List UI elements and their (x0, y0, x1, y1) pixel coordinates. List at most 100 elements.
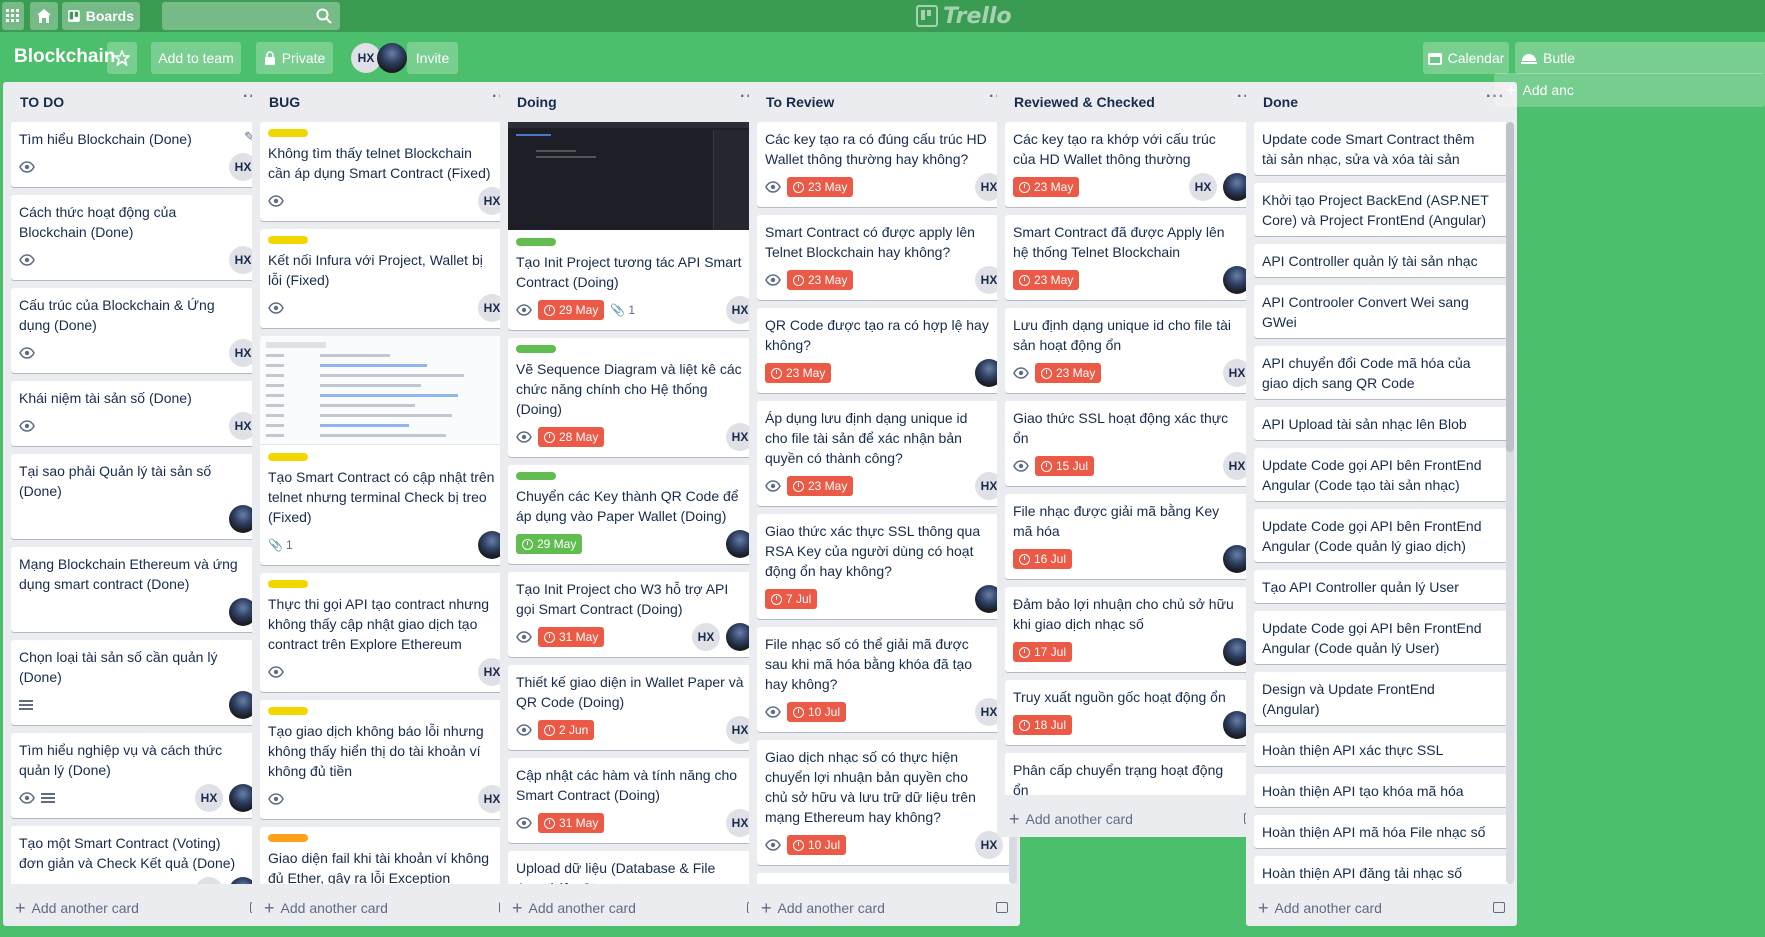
card[interactable]: Mạng Blockchain Ethereum và ứng dụng sma… (11, 547, 265, 632)
card[interactable]: Tìm hiểu Blockchain (Done) ✎ HX (11, 122, 265, 187)
add-card-button[interactable]: + Add another card (512, 899, 636, 917)
card-label-orange[interactable] (268, 834, 308, 842)
due-date-badge[interactable]: 7 Jul (765, 589, 818, 609)
card-label-green[interactable] (516, 238, 556, 246)
card[interactable]: Vẽ Sequence Diagram và liệt kê các chức … (508, 338, 762, 457)
card[interactable]: Áp dụng lưu định dạng unique id cho file… (757, 401, 1011, 506)
list-header[interactable]: TO DO··· (3, 82, 274, 122)
card[interactable]: Thiết kế giao diện in Wallet Paper và QR… (508, 665, 762, 750)
due-date-badge[interactable]: 2 Jun (538, 720, 595, 740)
card-label-yellow[interactable] (268, 707, 308, 715)
due-date-badge[interactable]: 23 May (787, 476, 854, 496)
card[interactable]: Hoàn thiện API tạo khóa mã hóa (1254, 774, 1508, 807)
boards-button[interactable]: Boards (62, 2, 140, 30)
card[interactable]: Các key tạo ra có đúng cấu trúc HD Walle… (757, 122, 1011, 207)
list-title[interactable]: To Review (766, 94, 834, 110)
card[interactable]: Hoàn thiện API mã hóa File nhạc số (1254, 815, 1508, 848)
due-date-badge[interactable]: 23 May (1013, 177, 1080, 197)
card[interactable]: Update Code gọi API bên FrontEnd Angular… (1254, 448, 1508, 501)
card[interactable]: Update Code gọi API bên FrontEnd Angular… (1254, 611, 1508, 664)
card[interactable]: Update Code gọi API bên FrontEnd Angular… (1254, 509, 1508, 562)
add-list-button[interactable]: + Add anc (1494, 73, 1765, 107)
card[interactable]: Tạo giao dịch không báo lỗi nhưng không … (260, 700, 514, 819)
card[interactable]: Hoàn thiện API đăng tải nhạc số (1254, 856, 1508, 884)
card[interactable]: Các key tạo ra khớp với cấu trúc của HD … (1005, 122, 1259, 207)
due-date-badge[interactable]: 10 Jul (787, 835, 847, 855)
due-date-badge[interactable]: 23 May (1035, 363, 1102, 383)
due-date-badge[interactable]: 28 May (538, 427, 605, 447)
member-avatar-hx[interactable]: HX (1189, 173, 1217, 201)
card[interactable]: Tạo Init Project cho W3 hỗ trợ API gọi S… (508, 572, 762, 657)
add-to-team-button[interactable]: Add to team (151, 42, 241, 74)
card[interactable]: Hoàn thiện API xác thực SSL (1254, 733, 1508, 766)
due-date-badge[interactable]: 23 May (765, 363, 832, 383)
card[interactable]: Smart Contract đã được Apply lên hệ thốn… (1005, 215, 1259, 300)
card[interactable]: Phân cấp chuyển trạng hoạt động ổn18 Jul… (1005, 753, 1259, 795)
search-input[interactable] (162, 2, 316, 32)
card[interactable]: API chuyển đổi Code mã hóa của giao dịch… (1254, 346, 1508, 399)
card[interactable]: Chuyển các Key thành QR Code để áp dụng … (508, 465, 762, 564)
card[interactable]: QR Code được tạo ra có hợp lệ hay không?… (757, 308, 1011, 393)
card[interactable]: Tạo một Smart Contract (Voting) đơn giản… (11, 826, 265, 884)
list-scrollbar-thumb[interactable] (1506, 122, 1514, 452)
card[interactable]: Giao thức xác thực SSL thông qua RSA Key… (757, 514, 1011, 619)
list-title[interactable]: Done (1263, 94, 1298, 110)
add-card-button[interactable]: + Add another card (761, 899, 885, 917)
due-date-badge[interactable]: 18 Jul (1013, 715, 1073, 735)
card[interactable]: Cách thức hoạt động của Blockchain (Done… (11, 195, 265, 280)
home-button[interactable] (30, 2, 58, 30)
calendar-button[interactable]: Calendar (1423, 42, 1509, 74)
due-date-badge[interactable]: 15 Jul (1035, 456, 1095, 476)
card[interactable]: File nhạc được giải mã bằng Key mã hóa 16… (1005, 494, 1259, 579)
member-avatar-photo[interactable] (377, 43, 407, 73)
member-avatar-hx[interactable]: HX (195, 877, 223, 884)
due-date-badge[interactable]: 16 Jul (1013, 549, 1073, 569)
card[interactable]: Smart Contract có được apply lên Telnet … (757, 215, 1011, 300)
card-label-yellow[interactable] (268, 580, 308, 588)
card-label-green[interactable] (516, 472, 556, 480)
member-avatar-hx[interactable]: HX (692, 623, 720, 651)
list-header[interactable]: Reviewed & Checked··· (997, 82, 1268, 122)
apps-menu-button[interactable] (2, 2, 24, 30)
search-field[interactable] (162, 2, 340, 32)
visibility-button[interactable]: Private (256, 42, 333, 74)
butler-button[interactable]: Butle (1515, 42, 1765, 74)
member-avatar-hx[interactable]: HX (195, 784, 223, 812)
list-header[interactable]: To Review··· (749, 82, 1020, 122)
due-date-badge[interactable]: 23 May (787, 177, 854, 197)
card-template-icon[interactable] (996, 902, 1008, 913)
add-card-button[interactable]: + Add another card (1009, 810, 1133, 828)
card-label-yellow[interactable] (268, 129, 308, 137)
due-date-badge[interactable]: 17 Jul (1013, 642, 1073, 662)
list-header[interactable]: Done ··· (1246, 82, 1517, 122)
card-template-icon[interactable] (1493, 902, 1505, 913)
card[interactable]: Chọn loại tài sản số cần quản lý (Done) (11, 640, 265, 725)
card[interactable]: Cấu trúc của Blockchain & Ứng dụng (Done… (11, 288, 265, 373)
card[interactable]: Kết nối Infura với Project, Wallet bị lỗ… (260, 229, 514, 328)
card[interactable]: Tạo API Controller quản lý User (1254, 570, 1508, 603)
card[interactable]: Tìm hiểu nghiệp vụ và cách thức quản lý … (11, 733, 265, 818)
card[interactable]: Tạo Smart Contract có cập nhật trên teln… (260, 336, 514, 565)
star-board-button[interactable] (107, 42, 137, 74)
card[interactable]: File nhạc số có thể giải mã được sau khi… (757, 627, 1011, 732)
card[interactable]: Upload dữ liệu (Database & File Asset) l… (508, 851, 762, 884)
card[interactable]: Lưu định dạng unique id cho file tài sản… (1005, 308, 1259, 393)
invite-button[interactable]: Invite (407, 42, 458, 74)
due-date-badge[interactable]: 10 Jul (787, 702, 847, 722)
add-card-button[interactable]: + Add another card (1258, 899, 1382, 917)
card-label-yellow[interactable] (268, 453, 308, 461)
card[interactable]: Design và Update FrontEnd (Angular) (1254, 672, 1508, 725)
card[interactable]: API Upload tài sản nhạc lên Blob (1254, 407, 1508, 440)
card-label-green[interactable] (516, 345, 556, 353)
card[interactable]: Không tìm thấy telnet Blockchain cần áp … (260, 122, 514, 221)
add-card-button[interactable]: + Add another card (264, 899, 388, 917)
card[interactable]: Update code Smart Contract thêm tài sản … (1254, 122, 1508, 175)
card[interactable]: Khái niệm tài sản số (Done) HX (11, 381, 265, 446)
list-title[interactable]: Reviewed & Checked (1014, 94, 1155, 110)
due-date-badge[interactable]: 23 May (1013, 270, 1080, 290)
card[interactable]: API Controller quản lý tài sản nhạc (1254, 244, 1508, 277)
card[interactable]: Khởi tạo Project BackEnd (ASP.NET Core) … (1254, 183, 1508, 236)
card[interactable]: Tạo Init Project tương tác API Smart Con… (508, 122, 762, 330)
card[interactable]: Cập nhật các hàm và tính năng cho Smart … (508, 758, 762, 843)
list-scrollbar[interactable] (1506, 122, 1514, 884)
